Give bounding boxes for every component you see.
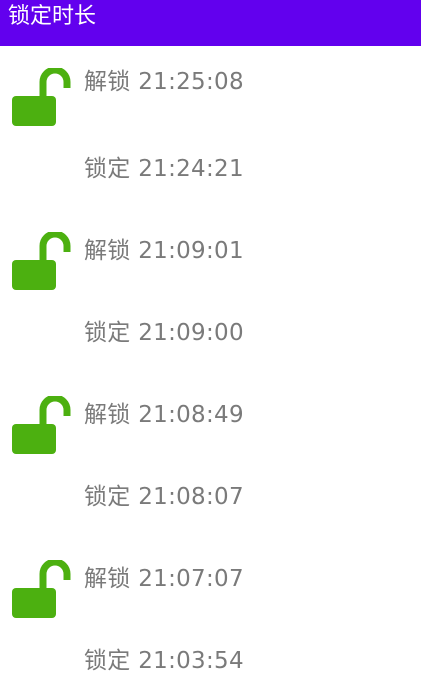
page-title: 锁定时长 [8, 4, 97, 29]
unlock-icon [12, 394, 74, 454]
entry-label: 解锁 21:07:07 [84, 566, 244, 592]
lock-history-list: 解锁 21:25:08 锁定 21:24:21 解锁 21:09:01 锁定 2… [0, 46, 421, 688]
entry-label: 锁定 21:08:07 [84, 484, 244, 510]
entry-label: 解锁 21:25:08 [84, 69, 244, 95]
entry-label: 解锁 21:09:01 [84, 238, 244, 264]
list-item[interactable]: 解锁 21:07:07 [0, 538, 421, 620]
unlock-icon [12, 66, 74, 126]
list-item[interactable]: 解锁 21:25:08 [0, 46, 421, 128]
app-bar: 锁定时长 [0, 0, 421, 46]
entry-label: 锁定 21:03:54 [84, 648, 244, 674]
unlock-icon [12, 558, 74, 618]
list-item[interactable]: 解锁 21:09:01 [0, 210, 421, 292]
entry-label: 锁定 21:09:00 [84, 320, 244, 346]
entry-label: 解锁 21:08:49 [84, 402, 244, 428]
list-item[interactable]: 锁定 21:09:00 [0, 292, 421, 374]
list-item[interactable]: 解锁 21:08:49 [0, 374, 421, 456]
list-item[interactable]: 锁定 21:03:54 [0, 620, 421, 688]
unlock-icon [12, 230, 74, 290]
list-item[interactable]: 锁定 21:24:21 [0, 128, 421, 210]
entry-label: 锁定 21:24:21 [84, 156, 244, 182]
list-item[interactable]: 锁定 21:08:07 [0, 456, 421, 538]
